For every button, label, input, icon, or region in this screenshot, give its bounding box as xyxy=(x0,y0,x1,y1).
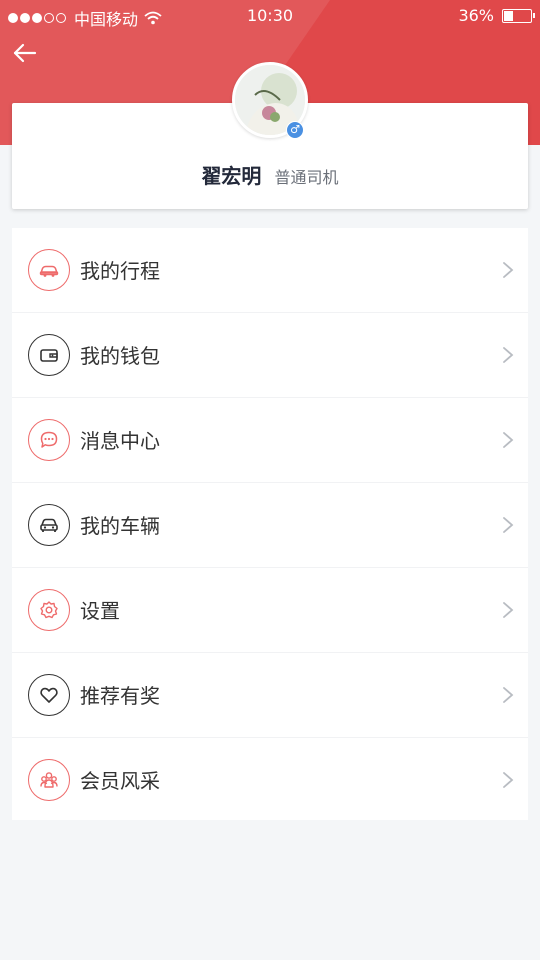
chevron-right-icon xyxy=(503,432,514,448)
wallet-icon xyxy=(28,334,70,376)
menu-item-label: 设置 xyxy=(80,599,120,623)
battery-icon xyxy=(502,8,535,23)
menu-item-label: 消息中心 xyxy=(80,429,160,453)
chevron-right-icon xyxy=(503,517,514,533)
chevron-right-icon xyxy=(503,772,514,788)
menu-item-label: 会员风采 xyxy=(80,769,160,793)
vehicle-icon xyxy=(28,504,70,546)
menu-item-label: 我的行程 xyxy=(80,259,160,283)
menu-item-settings[interactable]: 设置 xyxy=(12,568,528,653)
heart-icon xyxy=(28,674,70,716)
menu-item-message-center[interactable]: 消息中心 xyxy=(12,398,528,483)
members-icon xyxy=(28,759,70,801)
male-icon: ♂ xyxy=(286,121,304,139)
chevron-right-icon xyxy=(503,347,514,363)
chevron-right-icon xyxy=(503,602,514,618)
menu-item-member-showcase[interactable]: 会员风采 xyxy=(12,738,528,822)
car-icon xyxy=(28,249,70,291)
menu-item-label: 推荐有奖 xyxy=(80,684,160,708)
profile-name-row: 翟宏明 普通司机 xyxy=(12,160,528,189)
settings-icon xyxy=(28,589,70,631)
user-name: 翟宏明 xyxy=(201,164,262,188)
battery-percent: 36% xyxy=(458,6,494,25)
chevron-right-icon xyxy=(503,262,514,278)
chevron-right-icon xyxy=(503,687,514,703)
menu-item-my-trips[interactable]: 我的行程 xyxy=(12,228,528,313)
menu-item-my-vehicles[interactable]: 我的车辆 xyxy=(12,483,528,568)
user-role: 普通司机 xyxy=(274,168,339,187)
menu-item-my-wallet[interactable]: 我的钱包 xyxy=(12,313,528,398)
menu-item-label: 我的车辆 xyxy=(80,514,160,538)
status-bar: 中国移动 10:30 36% xyxy=(0,0,540,32)
menu-item-label: 我的钱包 xyxy=(80,344,160,368)
back-button[interactable] xyxy=(10,38,40,68)
arrow-left-icon xyxy=(13,43,37,63)
message-icon xyxy=(28,419,70,461)
menu-item-referral-rewards[interactable]: 推荐有奖 xyxy=(12,653,528,738)
menu-list: 我的行程 我的钱包 消息中心 我的车辆 设置 推荐有奖 会员风采 xyxy=(12,228,528,820)
